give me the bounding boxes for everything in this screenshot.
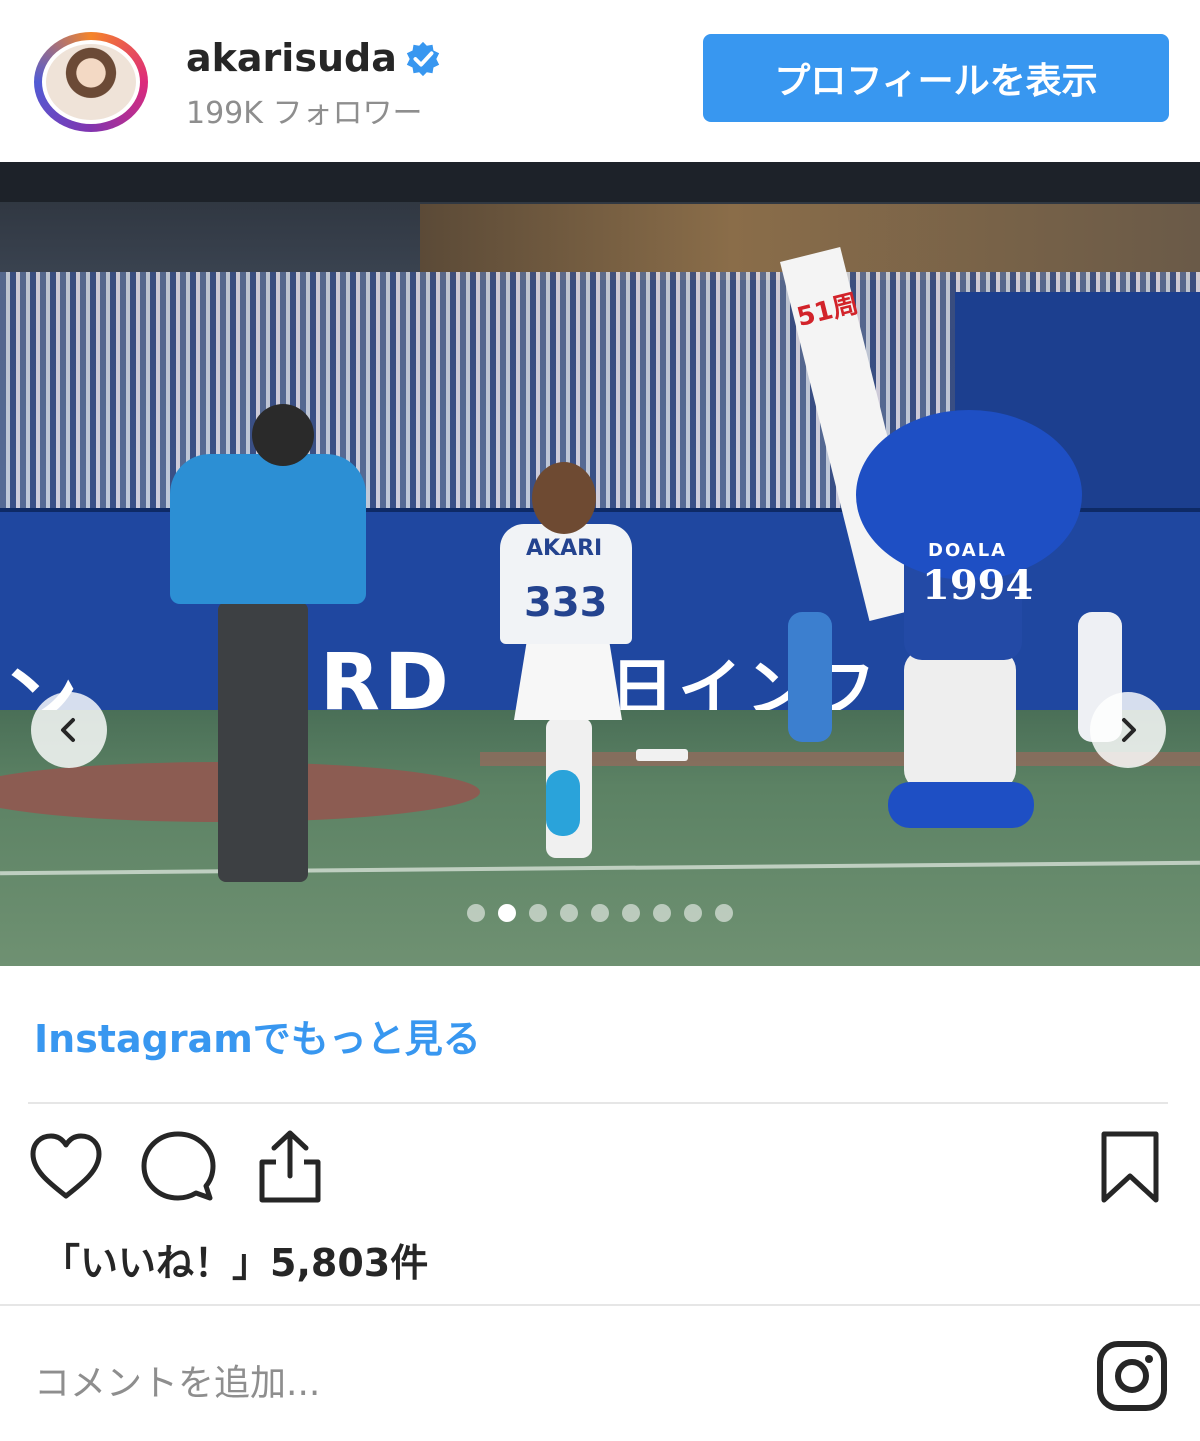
- instagram-logo-icon[interactable]: [1096, 1340, 1168, 1412]
- background-umpire: [788, 612, 832, 742]
- carousel-indicator: [0, 904, 1200, 922]
- stadium-roof: [0, 162, 1200, 202]
- player-skirt: [514, 640, 622, 720]
- bookmark-icon[interactable]: [1098, 1130, 1162, 1204]
- mascot-legs: [904, 650, 1016, 790]
- mascot-jersey-name: DOALA: [928, 540, 1008, 561]
- add-comment-input[interactable]: コメントを追加...: [34, 1354, 320, 1406]
- divider: [28, 1102, 1168, 1104]
- chevron-left-icon: [61, 718, 75, 742]
- umpire-legs: [218, 602, 308, 882]
- base: [636, 749, 688, 761]
- carousel-dot: [653, 904, 671, 922]
- previous-photo-button[interactable]: [31, 692, 107, 768]
- carousel-dot: [622, 904, 640, 922]
- chevron-right-icon: [1122, 718, 1136, 742]
- divider: [0, 1304, 1200, 1306]
- carousel-dot: [467, 904, 485, 922]
- verified-badge-icon: [406, 41, 440, 77]
- player-head: [532, 462, 596, 534]
- umpire: [170, 454, 366, 604]
- umpire-head: [252, 404, 314, 466]
- follower-count: 199K フォロワー: [186, 96, 423, 131]
- carousel-dot: [560, 904, 578, 922]
- share-icon[interactable]: [254, 1128, 326, 1204]
- post-photo[interactable]: ン RD 日インフ AKARI 333 51周 DOALA 1994: [0, 162, 1200, 966]
- carousel-dot: [715, 904, 733, 922]
- mascot-jersey-number: 1994: [922, 562, 1034, 609]
- mascot-feet: [888, 782, 1034, 828]
- player-shoe: [546, 770, 580, 836]
- username[interactable]: akarisuda: [186, 36, 397, 80]
- carousel-dot: [498, 904, 516, 922]
- heart-icon[interactable]: [28, 1132, 104, 1202]
- jersey-name: AKARI: [526, 536, 603, 561]
- view-profile-button[interactable]: プロフィールを表示: [703, 34, 1169, 122]
- avatar[interactable]: [42, 40, 140, 124]
- view-more-on-instagram-link[interactable]: Instagramでもっと見る: [34, 1008, 481, 1063]
- carousel-dot: [684, 904, 702, 922]
- carousel-dot: [591, 904, 609, 922]
- field-grass: [0, 710, 1200, 966]
- jersey-number: 333: [524, 580, 608, 626]
- comment-icon[interactable]: [140, 1130, 216, 1204]
- post-header: akarisuda 199K フォロワー プロフィールを表示: [0, 0, 1200, 162]
- like-count[interactable]: 「いいね！」5,803件: [42, 1232, 428, 1287]
- carousel-dot: [529, 904, 547, 922]
- next-photo-button[interactable]: [1090, 692, 1166, 768]
